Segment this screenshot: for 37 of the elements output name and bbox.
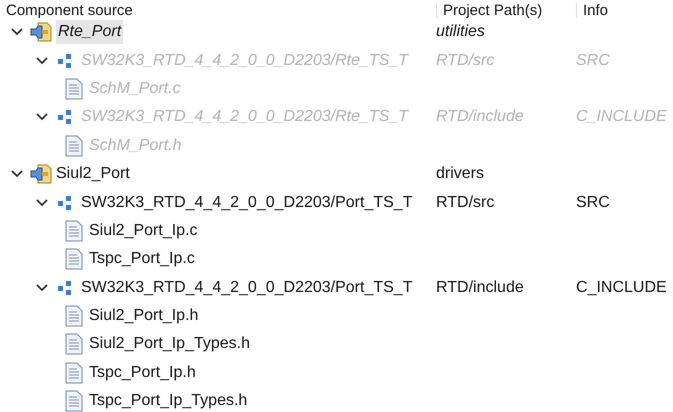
column-header[interactable]: Info <box>576 3 673 18</box>
file-icon <box>65 248 83 270</box>
chevron-icon[interactable] <box>10 27 24 38</box>
tree-item[interactable]: Siul2_Port <box>56 162 130 186</box>
tree-item[interactable]: Siul2_Port_Ip_Types.h <box>89 332 250 356</box>
tree-item[interactable]: Tspc_Port_Ip.h <box>89 360 196 385</box>
component-icon <box>30 21 52 44</box>
info-text: C_INCLUDE <box>576 278 667 296</box>
path-text: drivers <box>436 165 484 182</box>
file-icon <box>65 134 83 157</box>
tree-item[interactable]: Siul2_Port_Ip.c <box>89 218 198 243</box>
tree-item[interactable]: SW32K3_RTD_4_4_2_0_0_D2203/Port_TS_T <box>81 190 412 215</box>
path-text: utilities <box>436 23 485 40</box>
path-text: RTD/include <box>436 278 524 296</box>
file-icon <box>65 362 83 384</box>
file-icon <box>65 390 83 412</box>
column-header[interactable]: Component source <box>0 3 436 18</box>
tree-item[interactable]: Rte_Port <box>56 20 124 44</box>
info-text: SRC <box>576 194 610 211</box>
path-text: RTD/src <box>436 52 494 69</box>
tree-item[interactable]: Tspc_Port_Ip.c <box>89 247 195 272</box>
path-text: RTD/src <box>436 194 494 211</box>
tree-item[interactable]: Tspc_Port_Ip_Types.h <box>89 389 248 412</box>
file-icon <box>65 333 83 356</box>
chevron-icon[interactable] <box>35 198 49 208</box>
column-header[interactable]: Project Path(s) <box>436 3 576 18</box>
info-text: C_INCLUDE <box>576 108 667 126</box>
chevron-icon[interactable] <box>10 169 24 180</box>
chevron-icon[interactable] <box>35 282 49 293</box>
tree-item[interactable]: Siul2_Port_Ip.h <box>89 304 198 328</box>
file-icon <box>65 78 83 100</box>
tree-item[interactable]: SW32K3_RTD_4_4_2_0_0_D2203/Port_TS_T <box>81 276 412 300</box>
file-icon <box>65 305 83 328</box>
file-icon <box>65 220 83 242</box>
path-text: RTD/include <box>436 108 524 126</box>
info-text: SRC <box>576 52 610 69</box>
component-icon <box>30 163 52 186</box>
